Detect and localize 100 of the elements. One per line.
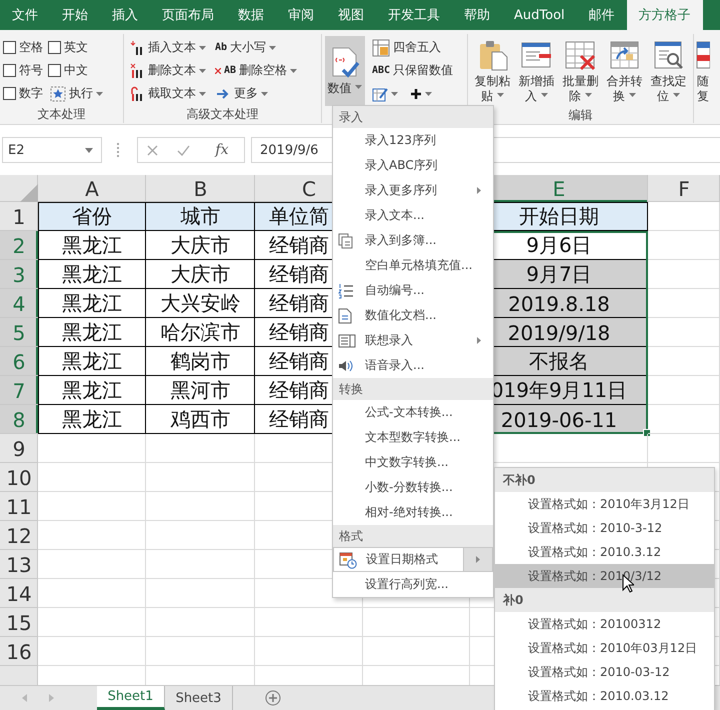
menu-item[interactable]: 设置日期格式 [333, 547, 493, 572]
row-header[interactable]: 9 [0, 434, 38, 463]
ribbon-button[interactable]: 截取文本 [127, 82, 208, 104]
insert-function-button[interactable]: fx [209, 141, 234, 159]
sheet-tab[interactable]: Sheet3 [165, 686, 233, 710]
ribbon-button[interactable]: 随复 [695, 36, 711, 106]
ribbon-button[interactable]: 批量删除 [559, 36, 602, 106]
magnifier-window-icon [652, 38, 684, 70]
row-header[interactable]: 7 [0, 376, 38, 405]
menu-item[interactable]: 设置格式如：2010年3月12日 [495, 492, 714, 516]
menu-tab[interactable]: 文件 [0, 0, 50, 30]
fill-handle[interactable] [643, 429, 651, 437]
table-cell: 大兴安岭 [146, 289, 255, 318]
checkbox[interactable] [3, 41, 16, 54]
ribbon-button[interactable]: 更多 [213, 82, 270, 104]
ribbon-button[interactable]: 查找定位 [647, 36, 690, 106]
name-box[interactable]: E2 [2, 137, 102, 163]
table-cell: 黑河市 [146, 376, 255, 405]
checkbox-label: 中文 [64, 62, 88, 79]
row-header[interactable]: 15 [0, 608, 38, 637]
menu-section-title: 补0 [495, 588, 714, 612]
menu-tab[interactable]: 邮件 [576, 0, 627, 30]
menu-item[interactable]: 设置格式如：2010-03-12 [495, 660, 714, 684]
row-header[interactable]: 12 [0, 521, 38, 550]
menu-item[interactable]: 设置行高列宽... [333, 572, 493, 597]
menu-item[interactable]: 设置格式如：2010/3/12 [495, 564, 714, 588]
group-label: 编辑 [568, 107, 594, 124]
ribbon-button[interactable]: 合并转换 [603, 36, 646, 106]
checkbox-label: 数字 [19, 85, 43, 102]
table-cell: 黑龙江 [38, 289, 146, 318]
checkbox[interactable] [48, 41, 61, 54]
row-header[interactable]: 3 [0, 260, 38, 289]
row-header[interactable]: 10 [0, 463, 38, 492]
table-cell: 黑龙江 [38, 405, 146, 434]
menu-tab[interactable]: 帮助 [452, 0, 502, 30]
ribbon-button[interactable]: 数值 [325, 36, 365, 106]
row-header[interactable]: 11 [0, 492, 38, 521]
row-header[interactable]: 13 [0, 550, 38, 579]
menu-tab[interactable]: 开发工具 [376, 0, 452, 30]
menu-tab[interactable]: AudTool [502, 0, 577, 30]
menu-item[interactable]: 录入ABC序列 [333, 153, 493, 178]
ribbon-button[interactable]: ABC 只保留数值 [370, 60, 456, 82]
ribbon-button[interactable]: Ab 大小写 [213, 36, 278, 58]
menu-tab[interactable]: 开始 [50, 0, 100, 30]
menu-item[interactable]: 小数-分数转换... [333, 475, 493, 500]
row-header[interactable]: 6 [0, 347, 38, 376]
menu-item[interactable]: 设置格式如：2010.03.12 [495, 684, 714, 708]
check-icon[interactable] [177, 144, 190, 156]
menu-section-title: 不补0 [495, 468, 714, 492]
calendar-arrows-icon [608, 38, 640, 70]
menu-tab[interactable]: 审阅 [276, 0, 326, 30]
table-cell: 省份 [38, 202, 146, 231]
grid-x-icon [564, 38, 596, 70]
ribbon-button[interactable]: 新增插入 [515, 36, 558, 106]
row-header[interactable]: 14 [0, 579, 38, 608]
ribbon-button[interactable]: 插入文本 [127, 36, 208, 58]
table-cell: 黑龙江 [38, 318, 146, 347]
ribbon-button[interactable]: 执行 [48, 82, 105, 104]
row-header[interactable]: 1 [0, 202, 38, 231]
sheet-tab[interactable]: Sheet1 [97, 686, 165, 710]
column-header[interactable]: F [648, 175, 720, 202]
checkbox[interactable] [3, 87, 16, 100]
row-header[interactable]: 16 [0, 637, 38, 666]
row-header[interactable]: 8 [0, 405, 38, 434]
checkbox[interactable] [3, 64, 16, 77]
window-icon [696, 38, 710, 70]
menu-item[interactable]: 设置格式如：2010年03月12日 [495, 636, 714, 660]
ribbon-button[interactable]: 删除文本 [127, 60, 208, 82]
row-header[interactable]: 5 [0, 318, 38, 347]
table-cell: 大庆市 [146, 231, 255, 260]
checkbox[interactable] [48, 64, 61, 77]
column-header[interactable]: A [38, 175, 146, 202]
row-header[interactable]: 2 [0, 231, 38, 260]
menu-tab[interactable]: 数据 [226, 0, 276, 30]
menu-tab[interactable]: 页面布局 [150, 0, 226, 30]
ribbon-button[interactable]: AB 删除空格 [213, 60, 300, 82]
row-header[interactable]: 4 [0, 289, 38, 318]
column-header[interactable]: B [146, 175, 255, 202]
menu-tab[interactable]: 视图 [326, 0, 376, 30]
menu-item[interactable]: 设置格式如：2010-3-12 [495, 516, 714, 540]
add-sheet-icon[interactable] [265, 690, 281, 706]
bars-icon [129, 86, 145, 102]
ribbon-button[interactable]: 四舍五入 [370, 36, 443, 58]
menu-item[interactable]: 设置格式如：20100312 [495, 612, 714, 636]
table-cell: 黑龙江 [38, 260, 146, 289]
plus-icon [410, 88, 422, 100]
menu-item[interactable]: 录入123序列 [333, 128, 493, 153]
menu-item[interactable]: 录入到多簿... [333, 228, 493, 253]
menu-tab[interactable]: 方方格子 [626, 0, 703, 30]
menu-item[interactable]: 相对-绝对转换... [333, 500, 493, 525]
menu-tab[interactable]: 插入 [100, 0, 150, 30]
bars-icon [129, 40, 145, 56]
table-cell: 鸡西市 [146, 405, 255, 434]
checkbox-label: 空格 [19, 39, 43, 56]
table-cell: 鹤岗市 [146, 347, 255, 376]
menu-item[interactable]: 中文数字转换... [333, 450, 493, 475]
menu-item[interactable]: 设置格式如：2010.3.12 [495, 540, 714, 564]
ribbon-button[interactable]: 复制粘贴 [471, 36, 514, 106]
stacked-pages-icon [338, 232, 354, 248]
menu-section-title: 转换 [333, 378, 493, 400]
